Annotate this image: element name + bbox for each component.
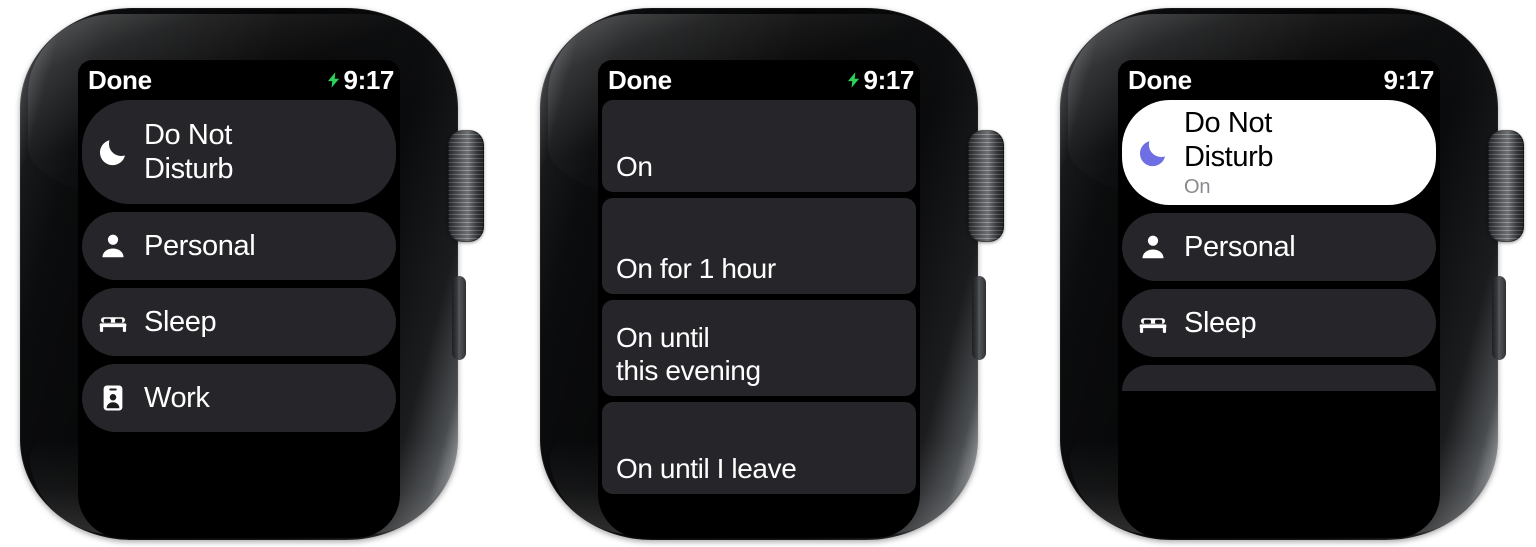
apple-watch-1: Done 9:17 Do Not Disturb Personal Sleep Work xyxy=(20,8,490,540)
list-item-title: Work xyxy=(144,381,210,414)
clock-time: 9:17 xyxy=(863,65,915,95)
list-item-text: Do Not Disturb On xyxy=(1184,106,1426,199)
list-item-partial xyxy=(1122,365,1436,392)
focus-mode-list: Do Not Disturb Personal Sleep Work xyxy=(78,100,400,432)
list-item-personal[interactable]: Personal xyxy=(1122,213,1436,282)
list-item-title: On for 1 hour xyxy=(616,253,776,285)
status-bar: Done 9:17 xyxy=(1118,60,1440,100)
list-item-title: On until this evening xyxy=(616,321,761,387)
list-item-text: Personal xyxy=(144,229,386,263)
watch-screen: Done 9:17 Do Not Disturb On Personal Sleep xyxy=(1118,60,1440,538)
lightning-bolt-icon xyxy=(845,68,862,92)
list-item-subtitle: On xyxy=(1184,176,1211,199)
list-item-work[interactable]: Work xyxy=(82,364,396,432)
list-item-title: Sleep xyxy=(144,305,217,338)
list-item-text: On until I leave xyxy=(616,452,916,486)
watch-screen: Done 9:17 Do Not Disturb Personal Sleep Work xyxy=(78,60,400,538)
list-item-on-for-1-hour[interactable]: On for 1 hour xyxy=(602,198,916,294)
list-item-text: Personal xyxy=(1184,230,1426,264)
list-item-title: Personal xyxy=(144,229,256,262)
list-item-title: On xyxy=(616,151,653,183)
list-item-do-not-disturb[interactable]: Do Not Disturb xyxy=(82,100,396,204)
focus-mode-list: On On for 1 hour On until this evening On u… xyxy=(598,100,920,494)
list-item-text: Sleep xyxy=(1184,306,1426,340)
list-item-text: On until this evening xyxy=(616,321,916,388)
status-bar: Done 9:17 xyxy=(598,60,920,100)
moon-icon xyxy=(96,135,130,169)
focus-mode-list: Do Not Disturb On Personal Sleep xyxy=(1118,100,1440,392)
done-button[interactable]: Done xyxy=(608,67,672,93)
watch-screen: Done 9:17 On On for 1 hour On until this eve… xyxy=(598,60,920,538)
digital-crown[interactable] xyxy=(968,130,1004,242)
list-item-title: Do Not Disturb xyxy=(1184,107,1274,174)
clock-time: 9:17 xyxy=(1383,65,1435,95)
apple-watch-3: Done 9:17 Do Not Disturb On Personal Sleep xyxy=(1060,8,1530,540)
moon-icon xyxy=(1136,136,1170,170)
status-right-group: 9:17 xyxy=(325,67,394,93)
list-item-title: Do Not Disturb xyxy=(144,118,234,185)
bed-icon xyxy=(96,305,130,339)
list-item-title: Sleep xyxy=(1184,307,1257,340)
list-item-title: On until I leave xyxy=(616,453,797,485)
list-item-text: On for 1 hour xyxy=(616,252,916,286)
list-item-do-not-disturb[interactable]: Do Not Disturb On xyxy=(1122,100,1436,206)
list-item-on[interactable]: On xyxy=(602,100,916,192)
done-button[interactable]: Done xyxy=(88,67,152,93)
bed-icon xyxy=(1136,306,1170,340)
status-right-group: 9:17 xyxy=(1383,65,1435,95)
list-item-text: On xyxy=(616,150,916,184)
status-right-group: 9:17 xyxy=(845,67,914,93)
list-item-sleep[interactable]: Sleep xyxy=(82,288,396,356)
clock-time: 9:17 xyxy=(343,65,395,95)
list-item-personal[interactable]: Personal xyxy=(82,212,396,280)
list-item-title: Personal xyxy=(1184,231,1296,264)
status-bar: Done 9:17 xyxy=(78,60,400,100)
apple-watch-2: Done 9:17 On On for 1 hour On until this eve… xyxy=(540,8,1010,540)
side-button[interactable] xyxy=(452,276,466,360)
side-button[interactable] xyxy=(972,276,986,360)
list-item-on-until-i-leave[interactable]: On until I leave xyxy=(602,402,916,494)
screenshot-stage: Done 9:17 Do Not Disturb Personal Sleep Work D… xyxy=(0,0,1536,547)
list-item-on-until-this-evening[interactable]: On until this evening xyxy=(602,300,916,396)
person-icon xyxy=(96,229,130,263)
digital-crown[interactable] xyxy=(448,130,484,242)
list-item-text: Sleep xyxy=(144,305,386,339)
side-button[interactable] xyxy=(1492,276,1506,360)
digital-crown[interactable] xyxy=(1488,130,1524,242)
done-button[interactable]: Done xyxy=(1128,67,1192,93)
list-item-text: Do Not Disturb xyxy=(144,118,386,186)
list-item-sleep[interactable]: Sleep xyxy=(1122,289,1436,358)
lightning-bolt-icon xyxy=(325,68,342,92)
list-item-text: Work xyxy=(144,381,386,415)
id-badge-icon xyxy=(96,381,130,415)
person-icon xyxy=(1136,230,1170,264)
